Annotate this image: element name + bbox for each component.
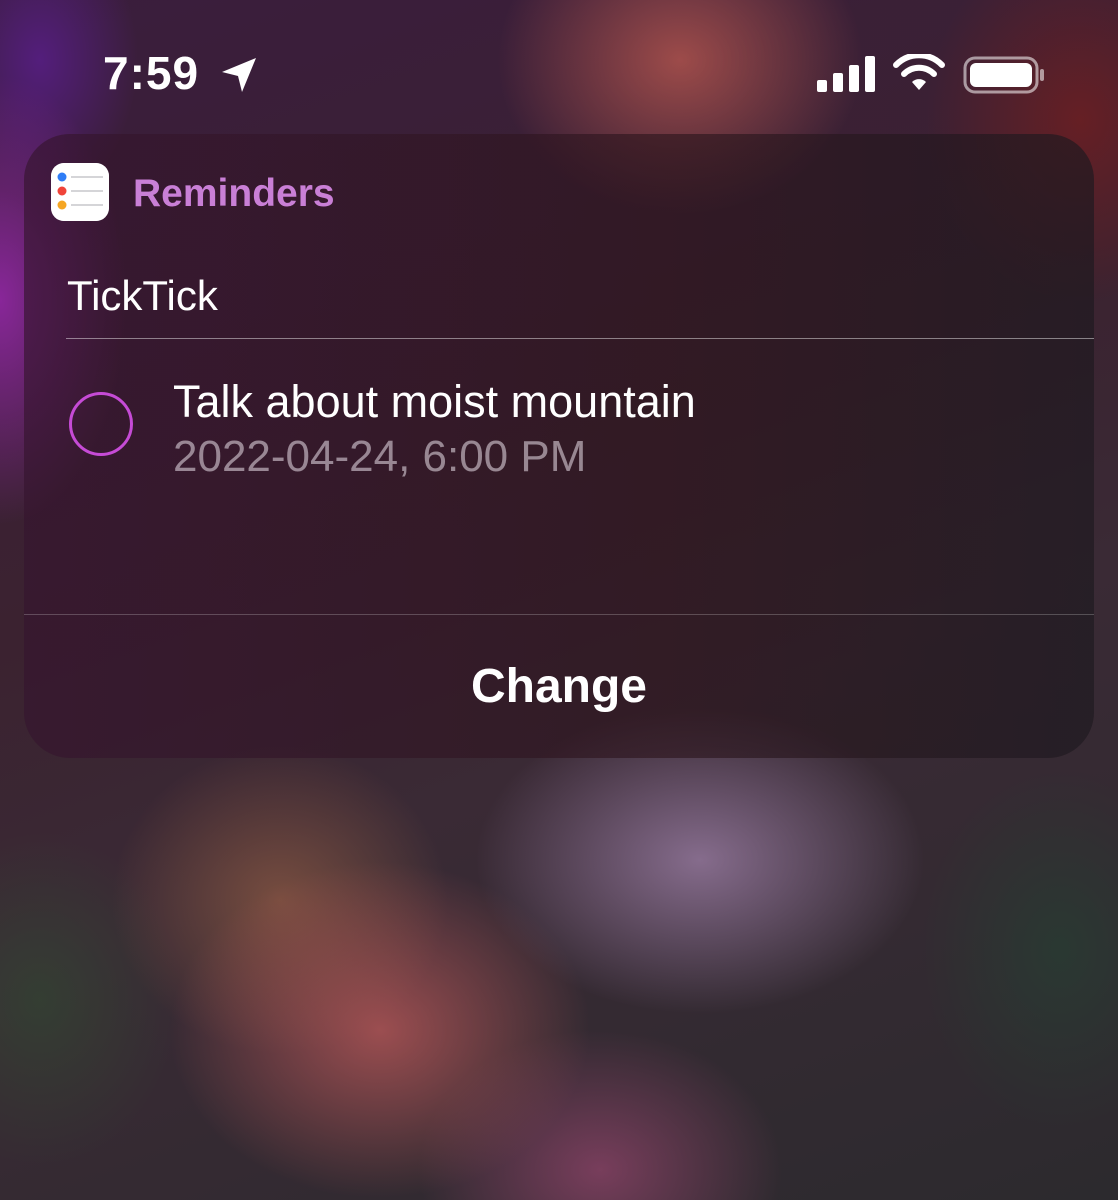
change-button[interactable]: Change: [24, 615, 1094, 758]
list-name: TickTick: [67, 272, 218, 319]
list-item[interactable]: Talk about moist mountain 2022-04-24, 6:…: [24, 360, 1094, 490]
reminder-due-date: 2022-04-24, 6:00 PM: [173, 432, 587, 481]
battery-icon: [963, 56, 1044, 94]
reminders-widget[interactable]: Reminders TickTick Talk about moist moun…: [24, 134, 1094, 758]
status-bar: 7:59: [0, 0, 1118, 140]
location-icon: [222, 58, 256, 92]
reminders-app-icon: [51, 163, 109, 221]
list-divider: [66, 338, 1094, 339]
app-name: Reminders: [133, 172, 335, 215]
wifi-icon: [893, 54, 945, 90]
reminder-title: Talk about moist mountain: [173, 376, 696, 427]
signal-icon: [817, 56, 875, 92]
status-time: 7:59: [103, 47, 200, 99]
reminder-checkbox[interactable]: [69, 392, 133, 456]
